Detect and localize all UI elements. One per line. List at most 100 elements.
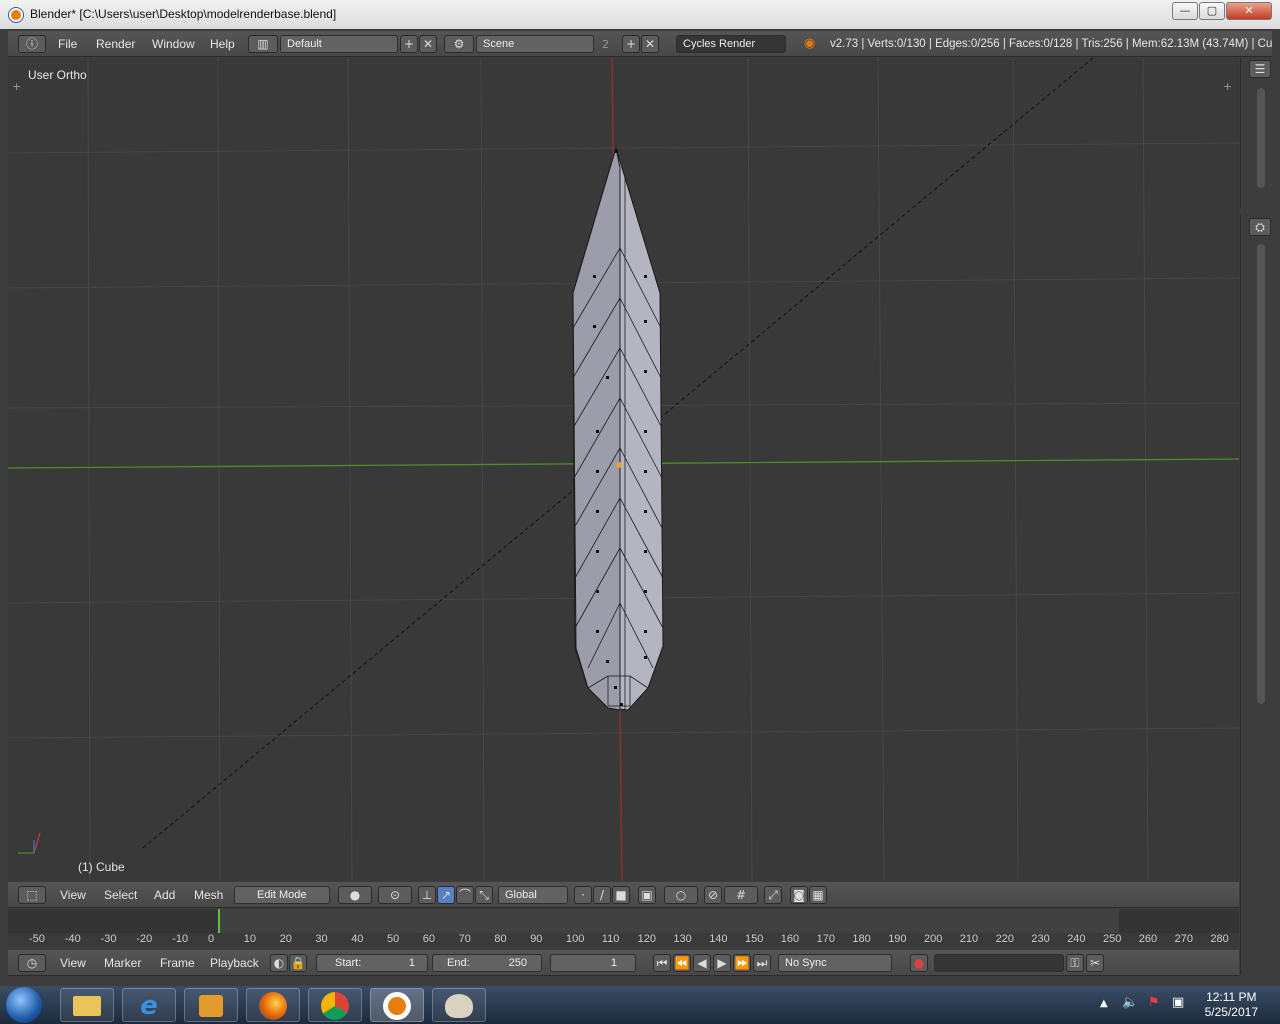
vertex-select-icon[interactable]: ·: [574, 886, 592, 904]
rotate-manipulator-icon[interactable]: ⌒: [456, 886, 474, 904]
transform-orientation-select[interactable]: Global: [498, 886, 568, 904]
remove-scene-icon[interactable]: ✕: [641, 35, 659, 53]
screen-layout-icon[interactable]: ▥: [248, 35, 278, 53]
volume-icon[interactable]: 🔈: [1122, 995, 1138, 1010]
edge-select-icon[interactable]: /: [593, 886, 611, 904]
mode-select[interactable]: Edit Mode: [234, 886, 330, 904]
info-header: ⓘ File Render Window Help ▥ Default + ✕ …: [8, 31, 1272, 57]
view-name-label: User Ortho: [28, 68, 87, 82]
current-frame-marker[interactable]: [218, 909, 220, 933]
ruler-tick: 0: [208, 933, 215, 945]
menu-render[interactable]: Render: [96, 37, 135, 51]
remove-layout-icon[interactable]: ✕: [419, 35, 437, 53]
start-orb-icon[interactable]: [6, 987, 42, 1023]
layer-icon[interactable]: ⤢: [764, 886, 782, 904]
snap-toggle-icon[interactable]: ⊘: [704, 886, 722, 904]
outliner-editor-icon[interactable]: ☰: [1249, 60, 1271, 78]
delete-keyframe-icon[interactable]: ✂: [1086, 954, 1104, 972]
add-scene-icon[interactable]: +: [622, 35, 640, 53]
mesh-cube[interactable]: [572, 146, 664, 711]
blender-taskbar-icon[interactable]: [370, 988, 424, 1022]
limit-selection-icon[interactable]: ▣: [638, 886, 656, 904]
menu-help[interactable]: Help: [210, 37, 235, 51]
render-animation-icon[interactable]: ▦: [809, 886, 827, 904]
menu-marker[interactable]: Marker: [104, 956, 141, 970]
maximize-button[interactable]: ▢: [1199, 2, 1225, 20]
close-button[interactable]: ✕: [1226, 2, 1272, 20]
timeline-post-range: [1119, 909, 1239, 933]
menu-timeline-view[interactable]: View: [60, 956, 86, 970]
chrome-icon[interactable]: [308, 988, 362, 1022]
snap-element-icon[interactable]: #: [724, 886, 758, 904]
add-layout-icon[interactable]: +: [400, 35, 418, 53]
play-reverse-icon[interactable]: ◀: [693, 954, 711, 972]
jump-end-icon[interactable]: ⏭: [753, 954, 771, 972]
media-player-icon[interactable]: [184, 988, 238, 1022]
editor-type-info-icon[interactable]: ⓘ: [18, 35, 46, 53]
toolshelf-toggle-icon[interactable]: +: [12, 80, 21, 93]
ruler-tick: 70: [458, 933, 471, 945]
show-hidden-icons-icon[interactable]: ▲: [1100, 998, 1108, 1009]
system-clock[interactable]: 12:11 PM 5/25/2017: [1205, 990, 1258, 1020]
outliner-scrollbar[interactable]: [1257, 88, 1265, 188]
3d-view-header: ⬚ View Select Add Mesh Edit Mode ● ⊙ ⊥ ↗…: [8, 882, 1239, 908]
jump-keyframe-forward-icon[interactable]: ⏩: [733, 954, 751, 972]
render-engine-select[interactable]: Cycles Render: [676, 35, 786, 53]
menu-window[interactable]: Window: [152, 37, 195, 51]
menu-add[interactable]: Add: [154, 888, 175, 902]
firefox-icon[interactable]: [246, 988, 300, 1022]
manipulator-toggle-icon[interactable]: ⊥: [418, 886, 436, 904]
window-title: Blender* [C:\Users\user\Desktop\modelren…: [30, 7, 337, 21]
preview-range-icon[interactable]: ◐: [270, 954, 288, 972]
keying-set-field[interactable]: [934, 954, 1064, 972]
properties-scrollbar[interactable]: [1257, 244, 1265, 704]
screen-layout-field[interactable]: Default: [280, 35, 398, 53]
action-center-flag-icon[interactable]: ⚑: [1148, 995, 1160, 1010]
properties-editor-icon[interactable]: ⛭: [1249, 218, 1271, 236]
jump-keyframe-back-icon[interactable]: ⏪: [673, 954, 691, 972]
axis-gizmo: [18, 832, 41, 854]
3d-viewport[interactable]: User Ortho (1) Cube + +: [8, 58, 1239, 881]
menu-frame[interactable]: Frame: [160, 956, 195, 970]
ruler-tick: 260: [1138, 933, 1158, 945]
menu-file[interactable]: File: [58, 37, 77, 51]
ruler-tick: 210: [959, 933, 979, 945]
menu-view[interactable]: View: [60, 888, 86, 902]
frame-ruler: -50 -40 -30 -20 -10 0 10 20 30 40 50 60 70 80 90 100 110…: [8, 933, 1239, 947]
scene-field[interactable]: Scene: [476, 35, 594, 53]
end-frame-field[interactable]: End: 250: [432, 954, 542, 972]
insert-keyframe-icon[interactable]: ⚿: [1066, 954, 1084, 972]
auto-keying-record-icon[interactable]: ●: [910, 954, 928, 972]
translate-manipulator-icon[interactable]: ↗: [437, 886, 455, 904]
jump-start-icon[interactable]: ⏮: [653, 954, 671, 972]
file-explorer-icon[interactable]: [60, 988, 114, 1022]
render-still-icon[interactable]: ◙: [790, 886, 808, 904]
pivot-point-icon[interactable]: ⊙: [378, 886, 412, 904]
ruler-tick: 240: [1067, 933, 1086, 945]
paint-icon[interactable]: [432, 988, 486, 1022]
scale-manipulator-icon[interactable]: ⤡: [475, 886, 493, 904]
ruler-tick: 110: [601, 933, 620, 945]
current-frame-field[interactable]: 1: [550, 954, 636, 972]
editor-type-3dview-icon[interactable]: ⬚: [18, 886, 46, 904]
editor-type-timeline-icon[interactable]: ◷: [18, 954, 46, 972]
start-frame-field[interactable]: Start: 1: [316, 954, 428, 972]
network-icon[interactable]: ▣: [1172, 995, 1184, 1010]
ruler-tick: -50: [29, 933, 45, 945]
menu-select[interactable]: Select: [104, 888, 137, 902]
clock-date: 5/25/2017: [1204, 1005, 1258, 1019]
face-select-icon[interactable]: ■: [612, 886, 630, 904]
play-icon[interactable]: ▶: [713, 954, 731, 972]
minimize-button[interactable]: —: [1172, 2, 1198, 20]
internet-explorer-icon[interactable]: e: [122, 988, 176, 1022]
viewport-shading-icon[interactable]: ●: [338, 886, 372, 904]
properties-toggle-icon[interactable]: +: [1223, 80, 1232, 93]
timeline-area[interactable]: [8, 909, 1239, 933]
proportional-editing-icon[interactable]: ○: [664, 886, 698, 904]
scene-icon[interactable]: ⚙: [444, 35, 474, 53]
lock-icon[interactable]: 🔒: [289, 954, 307, 972]
menu-playback[interactable]: Playback: [210, 956, 259, 970]
menu-mesh[interactable]: Mesh: [194, 888, 223, 902]
sync-mode-select[interactable]: No Sync: [778, 954, 892, 972]
scene-users-count: 2: [602, 38, 609, 51]
